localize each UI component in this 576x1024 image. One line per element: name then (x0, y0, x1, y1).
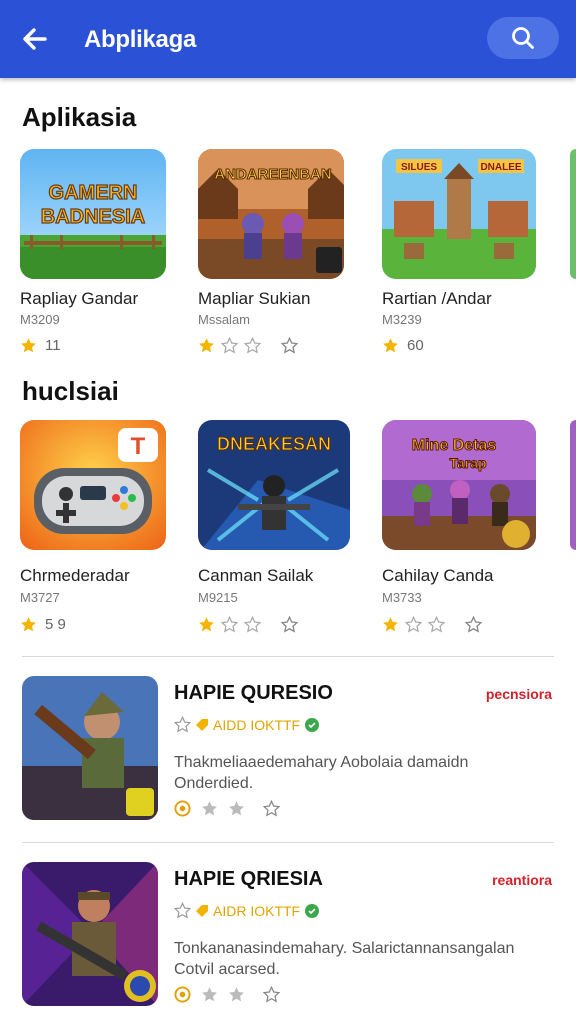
app-rating (198, 614, 298, 634)
app-subtitle: M3733 (382, 590, 422, 605)
featured-item[interactable]: HAPIE QRIESIA reantiora AIDR IOKTTF Tonk… (22, 862, 562, 1010)
star-filled-icon (383, 616, 398, 631)
star-outline-icon (221, 616, 238, 632)
star-outline-icon (244, 337, 261, 353)
app-thumbnail: SILUES DNALEE (382, 149, 536, 279)
star-outline-icon (202, 801, 217, 816)
app-name: Mapliar Sukian (198, 289, 311, 308)
art-text: DNALEE (480, 162, 521, 173)
star-filled-icon (383, 337, 398, 352)
star-filled-icon (199, 616, 214, 631)
rating-text: 11 (45, 336, 61, 354)
check-badge-icon (305, 717, 320, 732)
app-name: Cahilay Canda (382, 566, 494, 585)
star-outline-icon (405, 616, 422, 632)
tag-icon (196, 904, 208, 917)
check-badge-icon (305, 903, 320, 918)
featured-tag: AIDR IOKTTF (174, 902, 320, 919)
app-bar: Abplikaga (0, 0, 576, 78)
star-outline-icon (202, 987, 217, 1002)
page-title: Abplikaga (84, 26, 196, 53)
art-text: ANDAREENBAN (214, 166, 332, 183)
tag-text: AIDR IOKTTF (213, 902, 301, 919)
app-card-peek[interactable] (570, 420, 576, 550)
star-filled-icon (21, 337, 36, 352)
featured-description: Thakmeliaaedemahary Aobolaia damaidn Ond… (174, 754, 469, 792)
app-card[interactable]: T Chrmederadar M3727 5 9 (20, 420, 166, 633)
app-subtitle: M3239 (382, 312, 422, 327)
app-thumbnail: ANDAREENBAN (198, 149, 344, 279)
star-outline-icon (281, 337, 298, 353)
search-icon (512, 27, 534, 49)
app-subtitle: Mssalam (198, 312, 251, 327)
app-rating (382, 614, 482, 634)
star-outline-icon (263, 986, 280, 1002)
featured-thumbnail (22, 676, 158, 820)
featured-badge: pecnsiora (485, 686, 552, 702)
app-thumbnail: GAMERN BADNESIA (20, 149, 166, 279)
app-card[interactable]: ANDAREENBAN Mapliar Sukian Mssalam (198, 149, 344, 353)
coin-icon (174, 986, 191, 1003)
app-thumbnail: T (20, 420, 166, 550)
app-card[interactable]: GAMERN BADNESIA Rapliay Gandar M3209 11 (20, 149, 166, 354)
star-filled-icon (21, 616, 36, 631)
divider (22, 656, 554, 657)
app-rating: 60 (382, 335, 424, 355)
featured-rating (174, 800, 280, 817)
featured-badge: reantiora (492, 872, 552, 888)
app-thumbnail: DNEAKESAN (198, 420, 350, 550)
back-button[interactable] (18, 22, 52, 56)
featured-description: Tonkananasindemahary. Salarictannansanga… (174, 940, 515, 978)
divider (22, 842, 554, 843)
arrow-left-icon (23, 28, 47, 50)
art-text: DNEAKESAN (217, 434, 331, 454)
app-rating (198, 335, 298, 355)
star-outline-icon (244, 616, 261, 632)
coin-icon (174, 800, 191, 817)
tag-text: AIDD IOKTTF (213, 716, 301, 733)
section-title: Aplikasia (22, 102, 137, 132)
star-outline-icon (229, 801, 244, 816)
art-text: GAMERN (49, 182, 138, 204)
star-outline-icon (229, 987, 244, 1002)
app-name: Canman Sailak (198, 566, 314, 585)
art-text: Tarap (449, 455, 486, 471)
app-card[interactable]: DNEAKESAN Canman Sailak M9215 (198, 420, 350, 632)
app-card[interactable]: SILUES DNALEE Rartian /Andar M3239 60 (382, 149, 536, 354)
rating-text: 5 9 (45, 615, 66, 633)
star-outline-icon (263, 800, 280, 816)
search-button[interactable] (487, 17, 559, 59)
art-text: Mine Detas (412, 437, 497, 454)
art-text: BADNESIA (41, 206, 145, 228)
app-name: Rartian /Andar (382, 289, 492, 308)
tag-icon (196, 718, 208, 731)
featured-item[interactable]: HAPIE QURESIO pecnsiora AIDD IOKTTF Thak… (22, 676, 562, 824)
featured-tag: AIDD IOKTTF (174, 716, 320, 733)
app-rating: 5 9 (20, 614, 66, 634)
star-outline-icon (174, 902, 191, 918)
star-outline-icon (281, 616, 298, 632)
rating-text: 60 (407, 336, 424, 354)
app-subtitle: M3727 (20, 590, 60, 605)
star-outline-icon (465, 616, 482, 632)
app-name: Rapliay Gandar (20, 289, 139, 308)
featured-title: HAPIE QURESIO (174, 682, 333, 704)
featured-thumbnail (22, 862, 158, 1006)
svg-text:T: T (131, 433, 146, 460)
app-card-peek[interactable] (570, 149, 576, 279)
star-filled-icon (199, 337, 214, 352)
app-subtitle: M3209 (20, 312, 60, 327)
star-outline-icon (428, 616, 445, 632)
app-name: Chrmederadar (20, 566, 130, 585)
app-subtitle: M9215 (198, 590, 238, 605)
app-card[interactable]: Mine Detas Tarap Cahilay Canda M3733 (382, 420, 536, 632)
star-outline-icon (221, 337, 238, 353)
featured-rating (174, 986, 280, 1003)
section-title: huclsiai (22, 376, 119, 406)
art-text: SILUES (401, 162, 437, 173)
featured-title: HAPIE QRIESIA (174, 868, 323, 890)
app-thumbnail: Mine Detas Tarap (382, 420, 536, 550)
app-rating: 11 (20, 335, 61, 355)
star-outline-icon (174, 716, 191, 732)
